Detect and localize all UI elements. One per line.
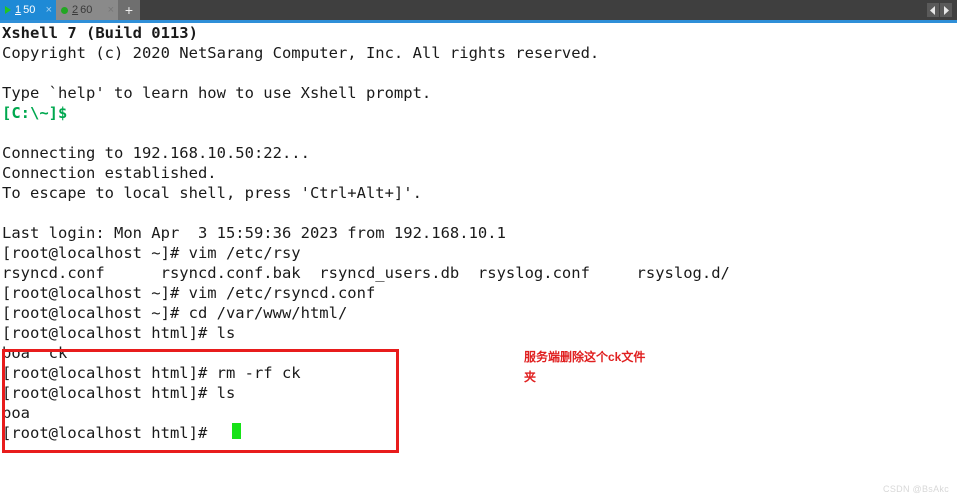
tab-2-label: 60 xyxy=(80,4,93,16)
terminal-line: Type `help' to learn how to use Xshell p… xyxy=(2,84,432,102)
tab-scroll-controls xyxy=(927,0,957,20)
tab-strip: 1 50 × 2 60 × + xyxy=(0,0,957,20)
annotation-note-text: 服务端删除这个ck文件夹 xyxy=(524,350,646,384)
tab-1-label: 50 xyxy=(23,4,36,16)
tab-session-2[interactable]: 2 60 × xyxy=(56,0,118,20)
green-dot-icon xyxy=(61,6,68,14)
terminal-line: [root@localhost html]# ls xyxy=(2,324,236,342)
terminal-line: [root@localhost ~]# vim /etc/rsyncd.conf xyxy=(2,284,376,302)
terminal-line: rsyncd.conf rsyncd.conf.bak rsyncd_users… xyxy=(2,264,730,282)
terminal-line: boa ck xyxy=(2,344,68,362)
tab-1-number: 1 xyxy=(15,4,22,16)
watermark-text: CSDN @BsAkc xyxy=(883,484,949,494)
tab-2-number: 2 xyxy=(72,4,79,16)
terminal-line: [root@localhost html]# ls xyxy=(2,384,236,402)
terminal-line: Last login: Mon Apr 3 15:59:36 2023 from… xyxy=(2,224,506,242)
terminal-line: Xshell 7 (Build 0113) xyxy=(2,24,198,42)
terminal-line: Copyright (c) 2020 NetSarang Computer, I… xyxy=(2,44,600,62)
terminal-line: [root@localhost ~]# cd /var/www/html/ xyxy=(2,304,348,322)
tab-2-close-icon[interactable]: × xyxy=(103,4,114,16)
chevron-left-icon[interactable] xyxy=(927,3,939,17)
tab-1-close-icon[interactable]: × xyxy=(41,4,52,16)
chevron-right-icon[interactable] xyxy=(940,3,952,17)
terminal-line: Connecting to 192.168.10.50:22... xyxy=(2,144,310,162)
terminal-prompt-local: [C:\~]$ xyxy=(2,104,68,122)
new-tab-button[interactable]: + xyxy=(118,0,140,20)
terminal-line: [root@localhost ~]# vim /etc/rsy xyxy=(2,244,301,262)
terminal-line: To escape to local shell, press 'Ctrl+Al… xyxy=(2,184,422,202)
play-triangle-icon xyxy=(5,6,11,14)
terminal-line: [root@localhost html]# rm -rf ck xyxy=(2,364,301,382)
tab-strip-empty-area xyxy=(140,0,927,20)
terminal-line: boa xyxy=(2,404,30,422)
terminal-output-area[interactable]: Xshell 7 (Build 0113) Copyright (c) 2020… xyxy=(0,23,957,500)
tab-session-1[interactable]: 1 50 × xyxy=(0,0,56,20)
terminal-line: Connection established. xyxy=(2,164,217,182)
terminal-line-current-prompt: [root@localhost html]# xyxy=(2,424,208,442)
terminal-cursor xyxy=(232,423,241,439)
